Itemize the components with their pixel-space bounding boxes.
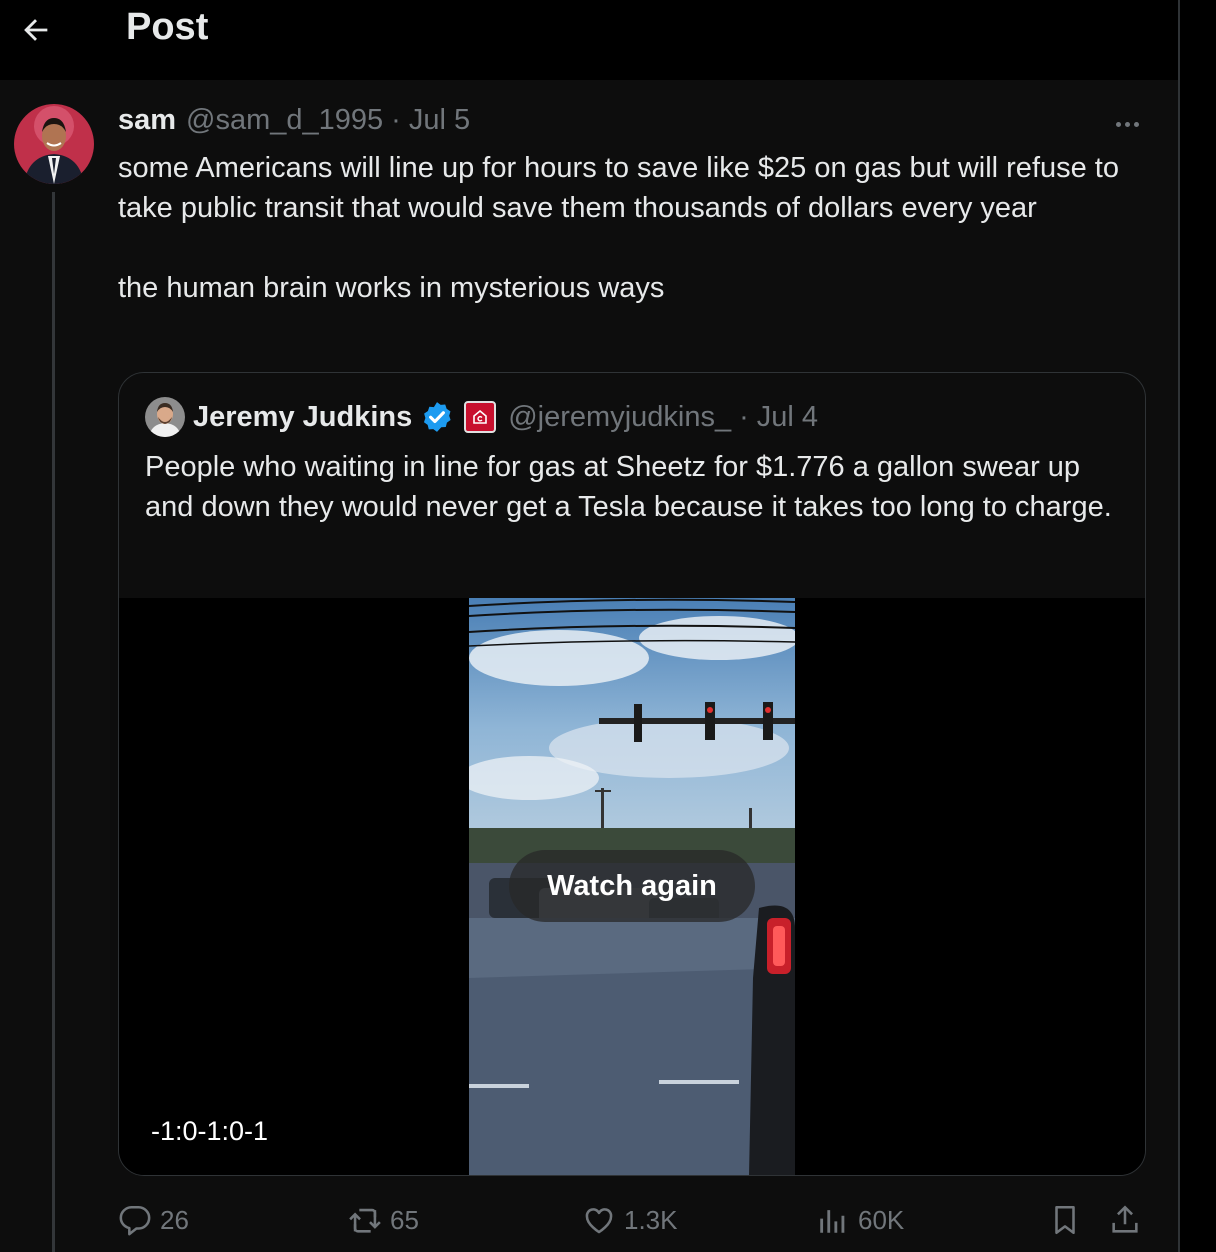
views-chart-icon — [820, 1210, 845, 1233]
more-dot-icon — [1115, 121, 1121, 127]
quoted-post[interactable]: Jeremy Judkins @jeremyjudkins_ · Jul 4 P… — [118, 372, 1146, 1176]
reply-button[interactable]: 26 — [118, 1196, 189, 1244]
reply-count: 26 — [160, 1204, 189, 1235]
page-title: Post — [126, 6, 209, 48]
quoted-post-date[interactable]: Jul 4 — [757, 401, 818, 434]
more-options-button[interactable] — [1106, 108, 1148, 140]
watch-again-button[interactable]: Watch again — [509, 850, 755, 922]
like-button[interactable]: 1.3K — [582, 1196, 678, 1244]
column-divider — [1178, 0, 1180, 1252]
back-button[interactable] — [16, 10, 56, 50]
views-count: 60K — [858, 1204, 905, 1235]
separator: · — [391, 104, 401, 136]
like-count: 1.3K — [624, 1204, 678, 1235]
repost-button[interactable]: 65 — [348, 1196, 419, 1244]
quoted-author-handle[interactable]: @jeremyjudkins_ — [508, 401, 731, 434]
thread-line — [52, 192, 55, 1252]
top-bar: Post — [0, 0, 1178, 80]
reply-icon — [119, 1205, 151, 1236]
share-button[interactable] — [1108, 1196, 1142, 1244]
bookmark-button[interactable] — [1048, 1196, 1082, 1244]
arrow-left-icon — [24, 19, 48, 41]
views-button[interactable]: 60K — [816, 1196, 904, 1244]
more-dot-icon — [1124, 121, 1130, 127]
repost-count: 65 — [390, 1204, 419, 1235]
post-author-row: sam @sam_d_1995 · Jul 5 — [118, 104, 470, 137]
separator: · — [739, 400, 749, 433]
bookmark-icon — [1055, 1205, 1075, 1235]
post-action-bar: 26 65 1.3K 60K — [118, 1196, 1148, 1244]
author-name[interactable]: sam — [118, 104, 176, 137]
post-text: some Americans will line up for hours to… — [118, 152, 1119, 304]
heart-icon — [585, 1208, 613, 1234]
quoted-post-text: People who waiting in line for gas at Sh… — [145, 451, 1112, 523]
quoted-author-name[interactable]: Jeremy Judkins — [193, 401, 412, 434]
share-icon — [1112, 1205, 1138, 1233]
affiliation-badge-icon[interactable] — [464, 401, 497, 433]
more-dot-icon — [1133, 121, 1139, 127]
verified-badge-icon — [424, 402, 451, 432]
author-avatar[interactable] — [14, 104, 94, 184]
quoted-author-row: Jeremy Judkins @jeremyjudkins_ · Jul 4 — [145, 397, 818, 437]
post-date[interactable]: Jul 5 — [409, 104, 470, 137]
repost-icon — [349, 1208, 381, 1233]
author-handle[interactable]: @sam_d_1995 — [186, 104, 383, 137]
video-timecode: -1:0-1:0-1 — [151, 1116, 269, 1146]
quoted-author-avatar[interactable] — [145, 397, 185, 437]
video-player[interactable]: Watch again -1:0-1:0-1 — [119, 598, 1145, 1175]
